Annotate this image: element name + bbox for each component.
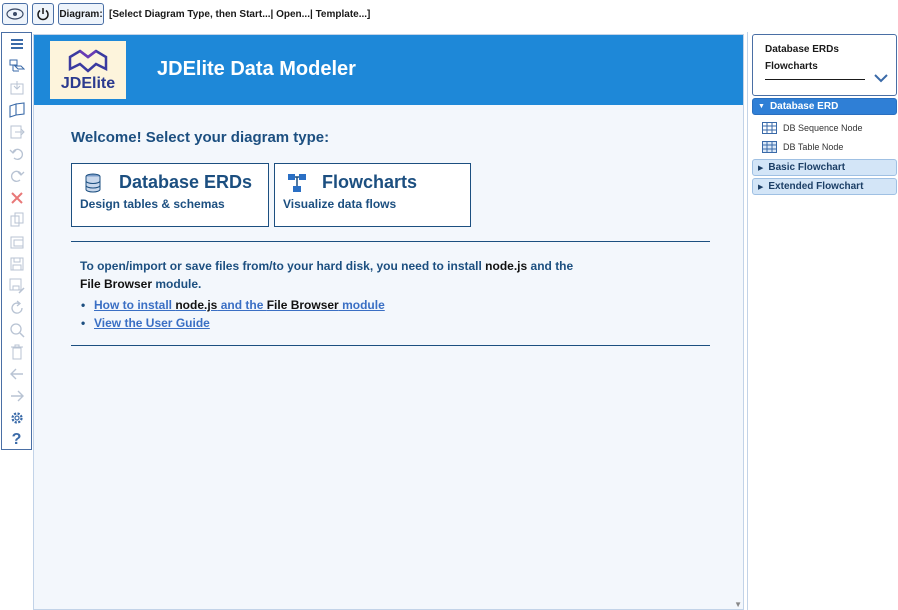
- app-logo: JDElite: [50, 41, 126, 99]
- app-title: JDElite Data Modeler: [157, 58, 356, 80]
- card-subtitle: Visualize data flows: [283, 197, 397, 211]
- paste-icon: [10, 236, 23, 249]
- trash-icon: [10, 344, 23, 360]
- diagram-button[interactable]: Diagram:: [58, 3, 104, 25]
- help-links: How to install node.js and the File Brow…: [80, 296, 385, 332]
- new-diagram-button[interactable]: [2, 55, 31, 77]
- gear-icon: [10, 412, 23, 424]
- caret-down-icon: ▼: [758, 103, 765, 110]
- forward-button[interactable]: [2, 385, 31, 407]
- import-button[interactable]: [2, 77, 31, 99]
- power-button[interactable]: [32, 3, 54, 25]
- chevron-down-icon[interactable]: [873, 71, 889, 85]
- left-toolbar: ?: [1, 32, 32, 450]
- accordion-database-erd[interactable]: ▼ Database ERD: [752, 98, 897, 115]
- file-browser-term: File Browser: [80, 277, 153, 291]
- flowchart-card[interactable]: Flowcharts Visualize data flows: [274, 163, 471, 227]
- table-icon: [762, 141, 777, 153]
- save-icon: [10, 257, 23, 271]
- power-icon: [37, 8, 49, 21]
- palette-item-db-sequence-node[interactable]: DB Sequence Node: [762, 119, 863, 137]
- help-icon: ?: [11, 431, 22, 448]
- eye-icon: [6, 8, 24, 20]
- copy-button[interactable]: [2, 209, 31, 231]
- search-icon: [9, 323, 25, 338]
- install-info-text: To open/import or save files from/to you…: [80, 259, 574, 291]
- list-item: How to install node.js and the File Brow…: [80, 296, 385, 314]
- accordion-basic-flowchart[interactable]: ▶ Basic Flowchart: [752, 159, 897, 176]
- export-icon: [10, 125, 25, 139]
- user-guide-link[interactable]: View the User Guide: [94, 316, 210, 330]
- welcome-heading: Welcome! Select your diagram type:: [71, 129, 330, 146]
- top-toolbar: Diagram: [Select Diagram Type, then Star…: [0, 0, 898, 30]
- install-nodejs-link[interactable]: How to install node.js and the File Brow…: [94, 298, 385, 312]
- refresh-button[interactable]: [2, 297, 31, 319]
- trash-button[interactable]: [2, 341, 31, 363]
- select-option[interactable]: Database ERDs: [765, 44, 839, 55]
- welcome-content: Welcome! Select your diagram type: Datab…: [34, 105, 743, 609]
- copy-icon: [10, 212, 23, 227]
- paste-button[interactable]: [2, 231, 31, 253]
- menu-button[interactable]: [2, 33, 31, 55]
- accordion-extended-flowchart[interactable]: ▶ Extended Flowchart: [752, 178, 897, 195]
- logo-text: JDElite: [60, 75, 116, 92]
- card-subtitle: Design tables & schemas: [80, 197, 225, 211]
- refresh-icon: [10, 300, 23, 314]
- save-button[interactable]: [2, 253, 31, 275]
- save-as-button[interactable]: [2, 275, 31, 297]
- help-button[interactable]: ?: [2, 429, 31, 451]
- caret-right-icon: ▶: [758, 164, 764, 172]
- view-toggle-button[interactable]: [2, 3, 28, 25]
- database-icon: [85, 173, 101, 193]
- redo-icon: [10, 170, 24, 182]
- flowchart-icon: [288, 174, 306, 192]
- redo-button[interactable]: [2, 165, 31, 187]
- main-panel: JDElite JDElite Data Modeler Welcome! Se…: [33, 34, 744, 610]
- search-button[interactable]: [2, 319, 31, 341]
- arrow-left-icon: [9, 368, 23, 380]
- list-item: View the User Guide: [80, 314, 385, 332]
- table-icon: [762, 122, 777, 134]
- save-as-icon: [9, 278, 25, 294]
- select-underline: [765, 79, 865, 80]
- new-diagram-icon: [9, 59, 25, 72]
- settings-button[interactable]: [2, 407, 31, 429]
- open-button[interactable]: [2, 99, 31, 121]
- card-title: Database ERDs: [119, 172, 253, 192]
- back-button[interactable]: [2, 363, 31, 385]
- diagram-status-text: [Select Diagram Type, then Start...| Ope…: [109, 9, 371, 20]
- divider: [71, 241, 710, 242]
- card-title: Flowcharts: [322, 172, 418, 192]
- undo-icon: [9, 148, 23, 160]
- menu-icon: [10, 39, 23, 49]
- delete-icon: [10, 192, 23, 204]
- undo-button[interactable]: [2, 143, 31, 165]
- palette-item-db-table-node[interactable]: DB Table Node: [762, 138, 843, 156]
- right-panel: Database ERDs Flowcharts ▼ Database ERD …: [747, 32, 898, 610]
- scroll-down-arrow[interactable]: ▼: [734, 600, 742, 609]
- import-icon: [10, 81, 23, 95]
- delete-button[interactable]: [2, 187, 31, 209]
- arrow-right-icon: [10, 390, 24, 402]
- logo-book-icon: [68, 49, 108, 73]
- diagram-type-select[interactable]: Database ERDs Flowcharts: [752, 34, 897, 96]
- app-header: JDElite JDElite Data Modeler: [34, 35, 743, 105]
- database-erd-card[interactable]: Database ERDs Design tables & schemas: [71, 163, 269, 227]
- export-button[interactable]: [2, 121, 31, 143]
- open-book-icon: [8, 102, 25, 118]
- divider: [71, 345, 710, 346]
- nodejs-term: node.js: [485, 259, 528, 273]
- caret-right-icon: ▶: [758, 183, 764, 191]
- select-option[interactable]: Flowcharts: [765, 61, 818, 72]
